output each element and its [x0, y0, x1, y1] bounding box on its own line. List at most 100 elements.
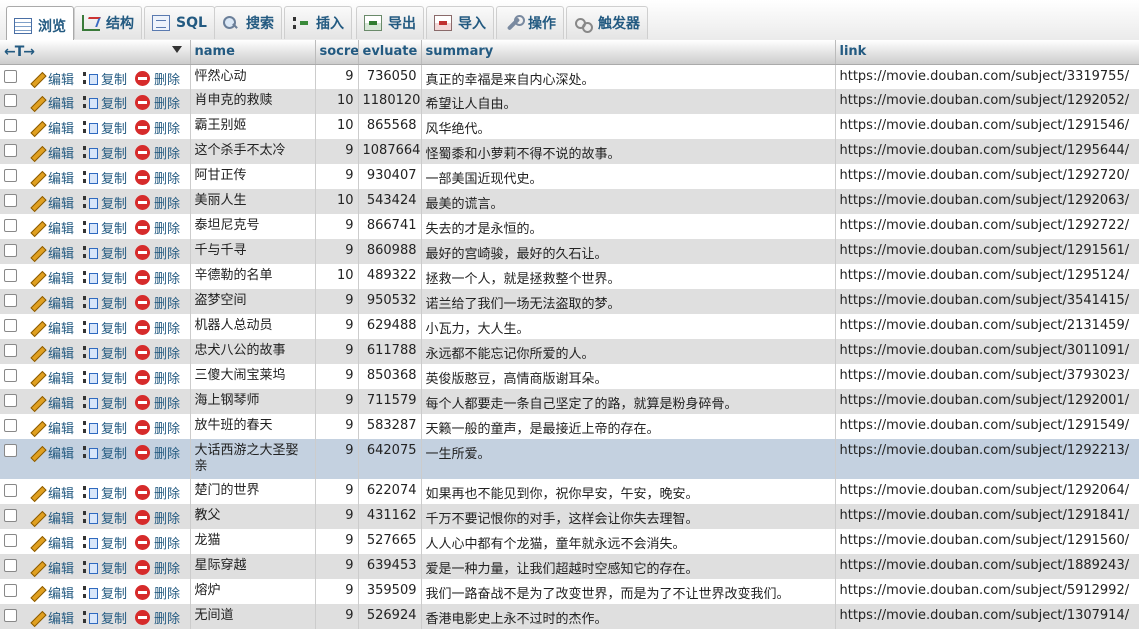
- cell-name[interactable]: 美丽人生: [190, 189, 316, 214]
- row-checkbox[interactable]: [4, 319, 17, 332]
- cell-summary[interactable]: 最美的谎言。: [421, 189, 836, 214]
- table-row[interactable]: 编辑 复制 删除 熔炉 9 359509 我们一路奋战不是为了改变世界，而是为了不让世界改变…: [0, 579, 1139, 604]
- copy-button[interactable]: 复制: [82, 608, 127, 627]
- delete-button[interactable]: 删除: [135, 583, 180, 602]
- row-checkbox[interactable]: [4, 584, 17, 597]
- cell-link[interactable]: https://movie.douban.com/subject/1292213…: [835, 439, 1139, 479]
- cell-name[interactable]: 海上钢琴师: [190, 389, 316, 414]
- delete-button[interactable]: 删除: [135, 483, 180, 502]
- cell-summary[interactable]: 每个人都要走一条自己坚定了的路，就算是粉身碎骨。: [421, 389, 836, 414]
- copy-button[interactable]: 复制: [82, 143, 127, 162]
- delete-button[interactable]: 删除: [135, 368, 180, 387]
- cell-link[interactable]: https://movie.douban.com/subject/1295644…: [835, 139, 1139, 164]
- copy-button[interactable]: 复制: [82, 418, 127, 437]
- cell-evluate[interactable]: 1180120: [358, 89, 422, 114]
- cell-link[interactable]: https://movie.douban.com/subject/3011091…: [835, 339, 1139, 364]
- cell-evluate[interactable]: 359509: [358, 579, 422, 604]
- table-row[interactable]: 编辑 复制 删除 盗梦空间 9 950532 诺兰给了我们一场无法盗取的梦。 https://…: [0, 289, 1139, 314]
- cell-summary[interactable]: 永远都不能忘记你所爱的人。: [421, 339, 836, 364]
- row-checkbox[interactable]: [4, 559, 17, 572]
- row-checkbox[interactable]: [4, 244, 17, 257]
- delete-button[interactable]: 删除: [135, 268, 180, 287]
- cell-name[interactable]: 霸王别姬: [190, 114, 316, 139]
- copy-button[interactable]: 复制: [82, 393, 127, 412]
- cell-link[interactable]: https://movie.douban.com/subject/1291561…: [835, 239, 1139, 264]
- cell-name[interactable]: 千与千寻: [190, 239, 316, 264]
- cell-link[interactable]: https://movie.douban.com/subject/1292063…: [835, 189, 1139, 214]
- row-checkbox[interactable]: [4, 419, 17, 432]
- cell-link[interactable]: https://movie.douban.com/subject/1292064…: [835, 479, 1139, 504]
- copy-button[interactable]: 复制: [82, 318, 127, 337]
- edit-button[interactable]: 编辑: [29, 558, 74, 577]
- tab-import[interactable]: 导入: [426, 6, 494, 39]
- cell-evluate[interactable]: 866741: [358, 214, 422, 239]
- row-checkbox[interactable]: [4, 294, 17, 307]
- cell-summary[interactable]: 一部美国近现代史。: [421, 164, 836, 189]
- cell-link[interactable]: https://movie.douban.com/subject/5912992…: [835, 579, 1139, 604]
- row-checkbox[interactable]: [4, 194, 17, 207]
- cell-name[interactable]: 龙猫: [190, 529, 316, 554]
- copy-button[interactable]: 复制: [82, 118, 127, 137]
- copy-button[interactable]: 复制: [82, 368, 127, 387]
- cell-link[interactable]: https://movie.douban.com/subject/3541415…: [835, 289, 1139, 314]
- cell-socre[interactable]: 9: [315, 214, 359, 239]
- edit-button[interactable]: 编辑: [29, 533, 74, 552]
- cell-name[interactable]: 熔炉: [190, 579, 316, 604]
- cell-evluate[interactable]: 930407: [358, 164, 422, 189]
- tab-sql[interactable]: SQL: [144, 6, 215, 39]
- edit-button[interactable]: 编辑: [29, 168, 74, 187]
- row-checkbox[interactable]: [4, 484, 17, 497]
- cell-evluate[interactable]: 611788: [358, 339, 422, 364]
- tab-browse[interactable]: 浏览: [6, 6, 74, 44]
- copy-button[interactable]: 复制: [82, 558, 127, 577]
- edit-button[interactable]: 编辑: [29, 143, 74, 162]
- row-checkbox[interactable]: [4, 369, 17, 382]
- row-checkbox[interactable]: [4, 144, 17, 157]
- cell-link[interactable]: https://movie.douban.com/subject/1292052…: [835, 89, 1139, 114]
- cell-name[interactable]: 无间道: [190, 604, 316, 629]
- column-header-evluate[interactable]: evluate: [358, 40, 422, 65]
- sort-dropdown-icon[interactable]: [171, 46, 182, 53]
- cell-summary[interactable]: 天籁一般的童声，是最接近上帝的存在。: [421, 414, 836, 439]
- edit-button[interactable]: 编辑: [29, 343, 74, 362]
- cell-socre[interactable]: 9: [315, 289, 359, 314]
- tab-export[interactable]: 导出: [356, 6, 424, 39]
- cell-link[interactable]: https://movie.douban.com/subject/1292722…: [835, 214, 1139, 239]
- table-row[interactable]: 编辑 复制 删除 无间道 9 526924 香港电影史上永不过时的杰作。 https://mo…: [0, 604, 1139, 629]
- cell-socre[interactable]: 10: [315, 189, 359, 214]
- copy-button[interactable]: 复制: [82, 168, 127, 187]
- copy-button[interactable]: 复制: [82, 293, 127, 312]
- delete-button[interactable]: 删除: [135, 533, 180, 552]
- cell-name[interactable]: 忠犬八公的故事: [190, 339, 316, 364]
- edit-button[interactable]: 编辑: [29, 118, 74, 137]
- cell-summary[interactable]: 如果再也不能见到你，祝你早安，午安，晚安。: [421, 479, 836, 504]
- cell-summary[interactable]: 怪蜀黍和小萝莉不得不说的故事。: [421, 139, 836, 164]
- table-row[interactable]: 编辑 复制 删除 龙猫 9 527665 人人心中都有个龙猫，童年就永远不会消失。 https…: [0, 529, 1139, 554]
- table-row[interactable]: 编辑 复制 删除 机器人总动员 9 629488 小瓦力，大人生。 https://movie…: [0, 314, 1139, 339]
- edit-button[interactable]: 编辑: [29, 418, 74, 437]
- table-row[interactable]: 编辑 复制 删除 霸王别姬 10 865568 风华绝代。 https://movie.dou…: [0, 114, 1139, 139]
- delete-button[interactable]: 删除: [135, 118, 180, 137]
- edit-button[interactable]: 编辑: [29, 508, 74, 527]
- cell-evluate[interactable]: 642075: [358, 439, 422, 479]
- table-row[interactable]: 编辑 复制 删除 放牛班的春天 9 583287 天籁一般的童声，是最接近上帝的存在。 htt…: [0, 414, 1139, 439]
- row-checkbox[interactable]: [4, 169, 17, 182]
- copy-button[interactable]: 复制: [82, 343, 127, 362]
- copy-button[interactable]: 复制: [82, 443, 127, 462]
- row-checkbox[interactable]: [4, 509, 17, 522]
- column-header-socre[interactable]: socre: [315, 40, 359, 65]
- copy-button[interactable]: 复制: [82, 268, 127, 287]
- cell-socre[interactable]: 9: [315, 339, 359, 364]
- delete-button[interactable]: 删除: [135, 93, 180, 112]
- edit-button[interactable]: 编辑: [29, 69, 74, 88]
- cell-socre[interactable]: 9: [315, 554, 359, 579]
- cell-summary[interactable]: 爱是一种力量，让我们超越时空感知它的存在。: [421, 554, 836, 579]
- edit-button[interactable]: 编辑: [29, 293, 74, 312]
- cell-evluate[interactable]: 489322: [358, 264, 422, 289]
- cell-summary[interactable]: 最好的宫崎骏，最好的久石让。: [421, 239, 836, 264]
- delete-button[interactable]: 删除: [135, 508, 180, 527]
- cell-summary[interactable]: 一生所爱。: [421, 439, 836, 479]
- edit-button[interactable]: 编辑: [29, 268, 74, 287]
- cell-link[interactable]: https://movie.douban.com/subject/1292001…: [835, 389, 1139, 414]
- row-checkbox[interactable]: [4, 94, 17, 107]
